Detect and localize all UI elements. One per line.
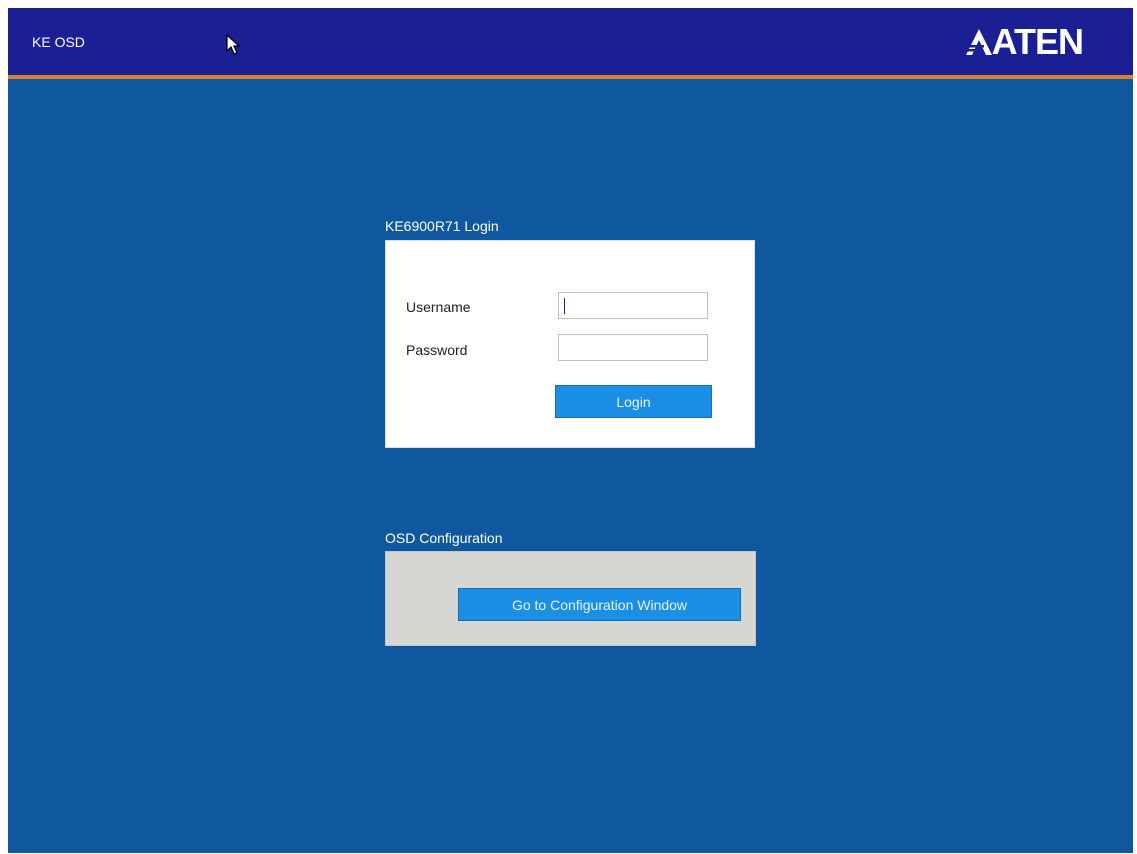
go-to-configuration-button[interactable]: Go to Configuration Window — [458, 588, 741, 621]
password-label: Password — [406, 342, 468, 358]
osd-screen: KE OSD ATEN KE6900R71 Login Username Pas… — [8, 8, 1133, 853]
login-panel: Username Password Login — [385, 240, 755, 448]
login-section-title: KE6900R71 Login — [385, 218, 499, 234]
password-field[interactable] — [558, 334, 708, 361]
mouse-cursor-icon — [226, 34, 241, 55]
login-button[interactable]: Login — [555, 385, 712, 418]
header-bar: KE OSD ATEN — [8, 8, 1133, 79]
text-caret — [564, 298, 565, 314]
username-label: Username — [406, 299, 471, 315]
aten-logo-icon — [963, 29, 992, 55]
osd-config-panel: Go to Configuration Window — [385, 551, 756, 646]
username-field[interactable] — [558, 292, 708, 319]
logo-text: ATEN — [991, 21, 1084, 62]
osd-config-section-title: OSD Configuration — [385, 530, 503, 546]
app-title: KE OSD — [32, 34, 85, 50]
aten-logo: ATEN — [963, 21, 1084, 63]
